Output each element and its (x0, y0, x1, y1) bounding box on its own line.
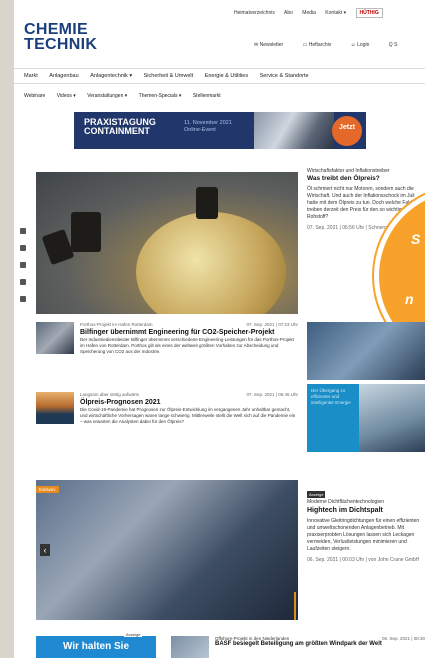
side-article-kicker: Wirtschaftsfaktor und Inflationstreiber (307, 168, 390, 174)
oil-barrel-shape (71, 212, 101, 252)
overlay-letter-1: S (411, 231, 421, 247)
banner-machine-image (254, 112, 334, 149)
social-share-bar (20, 228, 30, 313)
banner-event-type: Online-Event (184, 127, 216, 133)
anzeige-badge: Anzeige (307, 491, 326, 498)
side-ad-text: Der Übergang zu effizienter und intellig… (311, 388, 351, 405)
mail-icon[interactable] (20, 296, 26, 302)
top-link-heimatverzeichnis[interactable]: Heimatverzeichnis (234, 10, 275, 16)
side-ad-energy[interactable]: Der Übergang zu effizienter und intellig… (307, 384, 425, 452)
subnav-themen[interactable]: Themen-Specials ▾ (139, 93, 182, 99)
oil-barrel-shape (196, 187, 218, 219)
nav-item-anlagentechnik[interactable]: Anlagentechnik ▾ (90, 73, 132, 79)
banner-cta-button[interactable]: Jetzt (332, 116, 362, 146)
heftarchiv-label: Heftarchiv (308, 42, 332, 48)
page: Heimatverzeichnis Abo Media Kontakt ▾ HÜ… (14, 0, 425, 658)
article-title[interactable]: Ölpreis-Prognosen 2021 (80, 398, 298, 407)
article-text: Langsam aber stetig aufwärts 07. Sep. 20… (80, 392, 298, 425)
twitter-icon[interactable] (20, 245, 26, 251)
article-thumbnail[interactable] (36, 322, 74, 354)
side-article-kicker: Moderne Dichtflächentechnologien (307, 499, 384, 505)
login-link[interactable]: ☺ Login (351, 42, 379, 48)
logo-line-2: TECHNIK (24, 36, 98, 53)
event-banner[interactable]: PRAXISTAGUNG CONTAINMENT 11. November 20… (74, 112, 366, 149)
newsletter-link[interactable]: ✉ Newsletter (254, 42, 292, 48)
subnav-videos[interactable]: Videos ▾ (57, 93, 76, 99)
article-date: 07. Sep. 2021 | 07:23 Uhr (246, 322, 298, 327)
subnav-stellenmarkt[interactable]: Stellenmarkt (193, 93, 221, 99)
oil-barrel-shape (41, 228, 75, 266)
top-link-media[interactable]: Media (302, 10, 316, 16)
overlay-letter-2: n (405, 291, 414, 307)
article-text: Offshore-Projekt in den Niederlanden 06.… (215, 636, 425, 647)
article-body: Der Industriedienstleister Bilfinger übe… (80, 337, 294, 354)
side-ad-image (359, 384, 425, 452)
article-body: Die Covid-19-Pandemie hat Prognosen zur … (80, 407, 296, 424)
nav-item-anlagenbau[interactable]: Anlagenbau (49, 73, 78, 79)
side-article-meta: 06. Sep. 2021 | 00:03 Uhr | von John Cra… (307, 557, 420, 563)
banner-date: 11. November 2021 (184, 120, 232, 126)
article-teaser-bilfinger[interactable]: Porthos-Projekt im Hafen Rotterdam 07. S… (36, 322, 298, 372)
side-article-body: Innovative Gleitringdichtungen für einen… (307, 518, 420, 552)
article-teaser-oelpreis[interactable]: Langsam aber stetig aufwärts 07. Sep. 20… (36, 392, 298, 442)
banner-title: PRAXISTAGUNG CONTAINMENT (84, 118, 156, 136)
article-date: 06. Sep. 2021 | 08:30 (382, 636, 425, 641)
nav-item-service[interactable]: Service & Standorte (260, 73, 309, 79)
publisher-badge[interactable]: HÜTHIG (355, 8, 383, 18)
login-label: Login (357, 42, 370, 48)
side-article-dichtspalt[interactable]: Anzeige Moderne Dichtflächentechnologien… (307, 491, 425, 564)
search-button[interactable]: Q S (389, 42, 398, 48)
subnav-veranstaltungen[interactable]: Veranstaltungen ▾ (87, 93, 127, 99)
feature-image-engineers[interactable]: Exklusiv ‹ (36, 480, 298, 620)
bottom-ad-banner[interactable]: Wir halten Sie (36, 636, 156, 658)
annotation-pointer (294, 592, 296, 620)
main-navigation: Markt Anlagenbau Anlagentechnik ▾ Sicher… (14, 68, 425, 84)
side-article-title[interactable]: Hightech im Dichtspalt (307, 506, 425, 515)
top-links: Heimatverzeichnis Abo Media Kontakt ▾ HÜ… (234, 8, 391, 18)
article-thumbnail[interactable] (171, 636, 209, 658)
nav-item-sicherheit[interactable]: Sicherheit & Umwelt (144, 73, 194, 79)
banner-info: 11. November 2021 Online-Event (184, 120, 232, 134)
ad-anzeige-label: Anzeige (124, 632, 143, 637)
article-title[interactable]: BASF besiegelt Beteiligung am größten Wi… (215, 641, 425, 647)
carousel-prev-button[interactable]: ‹ (40, 544, 50, 556)
top-link-abo[interactable]: Abo (284, 10, 293, 16)
subnav-webinare[interactable]: Webinare (24, 93, 45, 99)
side-article-title[interactable]: Was treibt den Ölpreis? (307, 175, 425, 182)
nav-item-markt[interactable]: Markt (24, 73, 38, 79)
newsletter-label: Newsletter (259, 42, 284, 48)
banner-title-line-2: CONTAINMENT (84, 126, 150, 136)
euro-coin-shape (136, 212, 286, 314)
facebook-icon[interactable] (20, 228, 26, 234)
heftarchiv-link[interactable]: ▭ Heftarchiv (303, 42, 341, 48)
article-text: Porthos-Projekt im Hafen Rotterdam 07. S… (80, 322, 298, 355)
nav-item-energie[interactable]: Energie & Utilities (205, 73, 248, 79)
linkedin-icon[interactable] (20, 262, 26, 268)
share-icon[interactable] (20, 279, 26, 285)
top-link-kontakt[interactable]: Kontakt ▾ (325, 10, 346, 16)
side-image-industrial[interactable] (307, 322, 425, 380)
utility-bar: ✉ Newsletter ▭ Heftarchiv ☺ Login Q S (254, 42, 406, 48)
article-title[interactable]: Bilfinger übernimmt Engineering für CO2-… (80, 328, 298, 337)
site-logo[interactable]: CHEMIE TECHNIK (24, 21, 98, 53)
article-date: 07. Sep. 2021 | 06:45 Uhr (246, 392, 298, 397)
article-thumbnail[interactable] (36, 392, 74, 424)
logo-line-1: CHEMIE (24, 21, 89, 38)
hero-image-oil-barrels[interactable] (36, 172, 298, 314)
exklusiv-badge: Exklusiv (36, 486, 59, 493)
sub-navigation: Webinare Videos ▾ Veranstaltungen ▾ Them… (14, 93, 425, 103)
